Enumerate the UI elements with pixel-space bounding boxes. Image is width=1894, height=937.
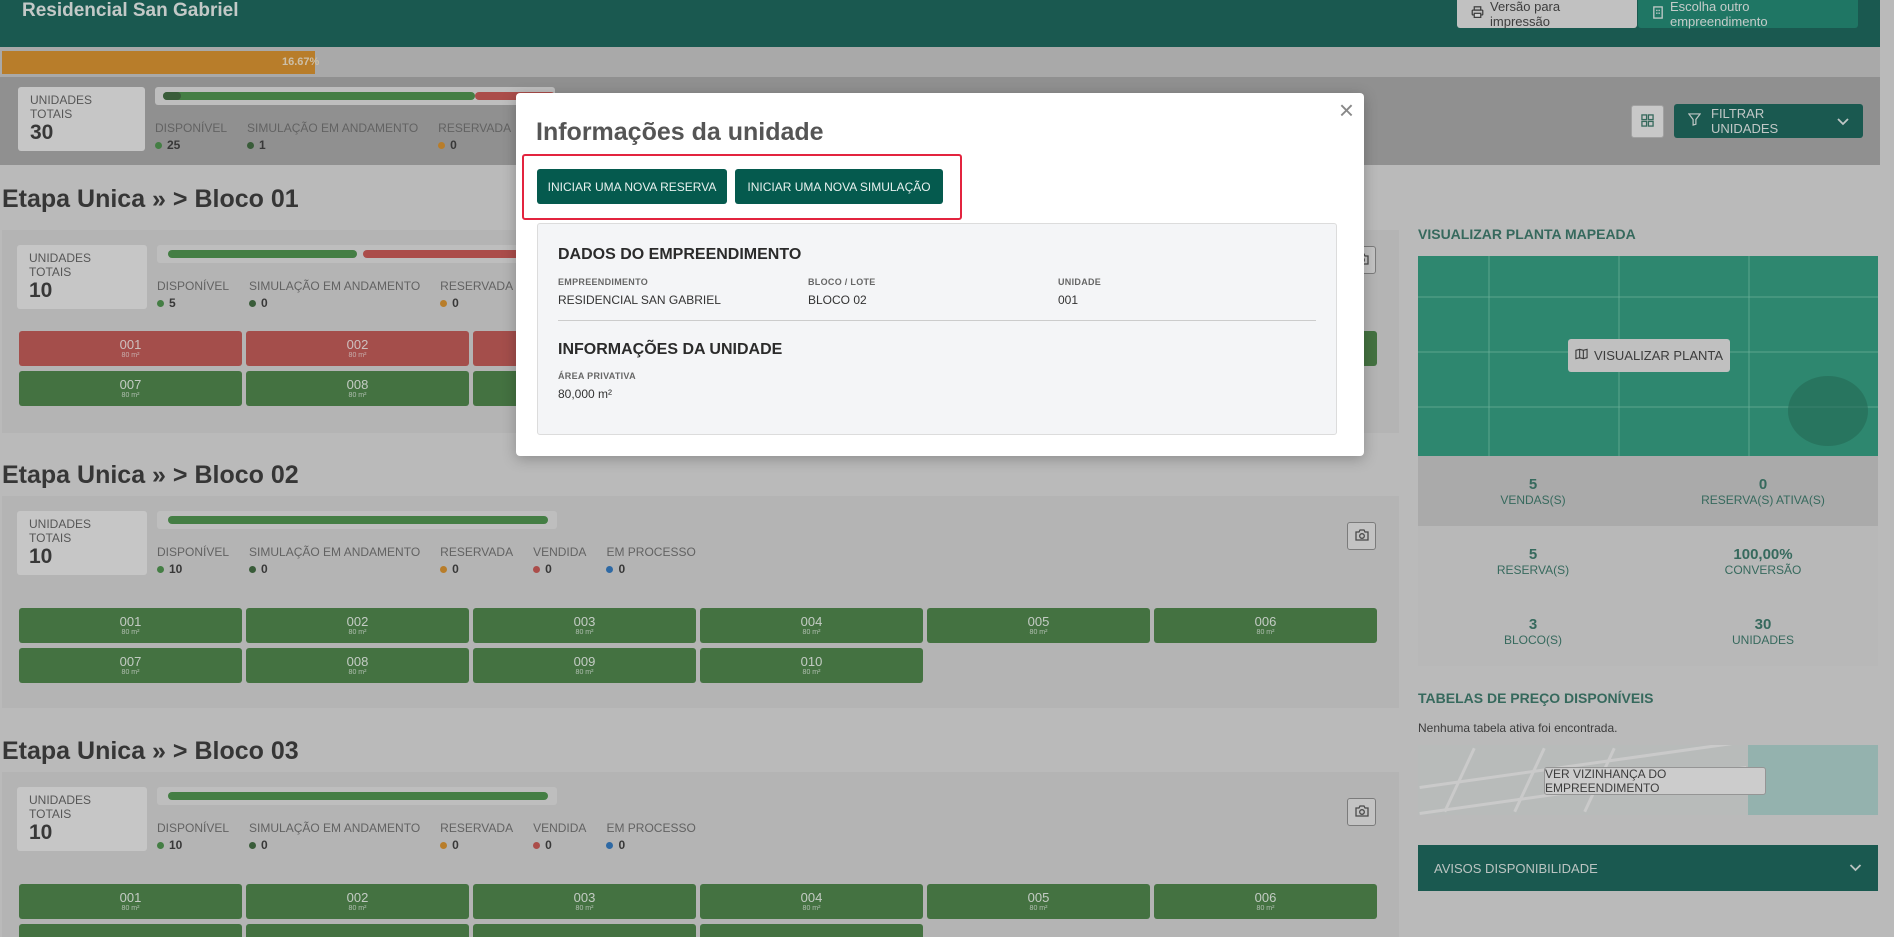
- unit-field-label: UNIDADE: [1058, 277, 1102, 287]
- project-field: EMPREENDIMENTO RESIDENCIAL SAN GABRIEL: [558, 277, 721, 307]
- start-new-reservation-button[interactable]: INICIAR UMA NOVA RESERVA: [537, 169, 727, 204]
- private-area-value: 80,000 m²: [558, 387, 613, 401]
- block-field-value: BLOCO 02: [808, 293, 867, 307]
- unit-field-value: 001: [1058, 293, 1079, 307]
- project-data-heading: DADOS DO EMPREENDIMENTO: [558, 246, 802, 263]
- unit-info-heading: INFORMAÇÕES DA UNIDADE: [558, 341, 783, 358]
- private-area-label: ÁREA PRIVATIVA: [558, 371, 636, 381]
- unit-details-panel: DADOS DO EMPREENDIMENTO EMPREENDIMENTO R…: [537, 223, 1337, 435]
- start-new-simulation-button[interactable]: INICIAR UMA NOVA SIMULAÇÃO: [735, 169, 943, 204]
- unit-info-modal: × Informações da unidade INICIAR UMA NOV…: [516, 93, 1364, 456]
- close-icon[interactable]: ×: [1339, 97, 1354, 123]
- private-area-field: ÁREA PRIVATIVA 80,000 m²: [558, 371, 636, 401]
- block-field: BLOCO / LOTE BLOCO 02: [808, 277, 876, 307]
- project-field-label: EMPREENDIMENTO: [558, 277, 649, 287]
- divider: [558, 320, 1316, 321]
- project-field-value: RESIDENCIAL SAN GABRIEL: [558, 293, 721, 307]
- modal-title: Informações da unidade: [536, 118, 824, 146]
- block-field-label: BLOCO / LOTE: [808, 277, 876, 287]
- unit-field: UNIDADE 001: [1058, 277, 1101, 307]
